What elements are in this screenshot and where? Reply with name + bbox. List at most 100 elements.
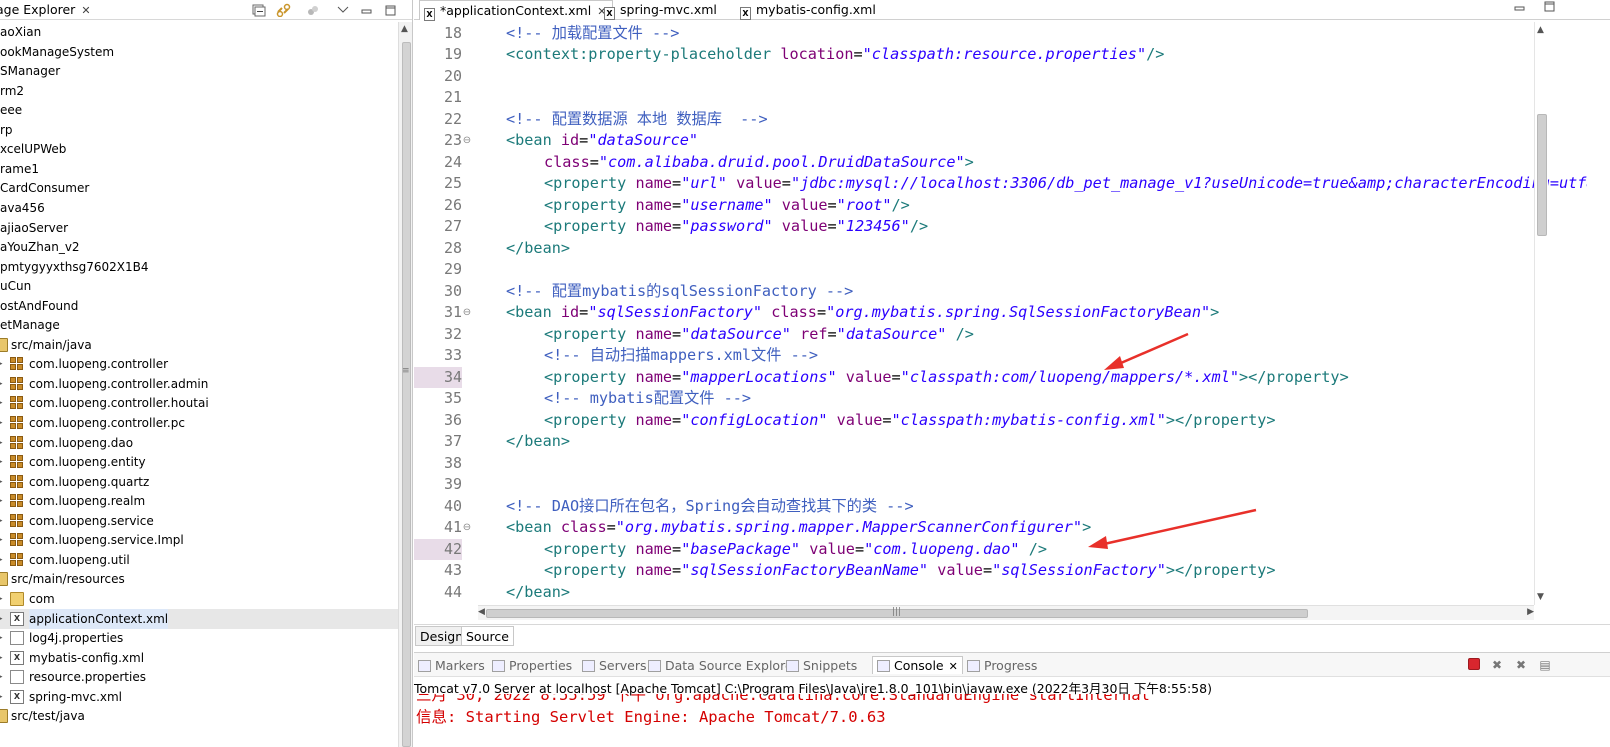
code-line[interactable]: <!-- 自动扫描mappers.xml文件 --> bbox=[544, 345, 818, 367]
code-line[interactable]: <property name="configLocation" value="c… bbox=[544, 410, 1276, 432]
tree-expand-icon[interactable]: ▸ bbox=[0, 687, 6, 707]
code-line[interactable]: <!-- 加载配置文件 --> bbox=[506, 23, 679, 45]
code-line[interactable]: </bean> bbox=[506, 582, 570, 604]
code-line[interactable]: <property name="basePackage" value="com.… bbox=[544, 539, 1047, 561]
code-line[interactable]: <property name="mapperLocations" value="… bbox=[544, 367, 1349, 389]
tree-expand-icon[interactable]: ▸ bbox=[0, 413, 6, 433]
tree-item[interactable]: rame1 bbox=[0, 159, 398, 179]
scroll-down-icon[interactable]: ▼ bbox=[1537, 592, 1544, 602]
close-icon[interactable]: ✕ bbox=[81, 4, 90, 17]
close-icon[interactable]: ✕ bbox=[949, 660, 958, 673]
tree-item[interactable]: uCun bbox=[0, 276, 398, 296]
code-line[interactable]: <property name="password" value="123456"… bbox=[544, 216, 928, 238]
tree-item[interactable]: ▸ com.luopeng.entity bbox=[0, 452, 398, 472]
tree-item[interactable]: ▸ com.luopeng.service bbox=[0, 511, 398, 531]
editor-scroll-thumb[interactable] bbox=[1537, 114, 1547, 236]
tree-item[interactable]: ookManageSystem bbox=[0, 42, 398, 62]
tree-item[interactable]: ▸ Xspring-mvc.xml bbox=[0, 687, 398, 707]
tree-expand-icon[interactable]: ▸ bbox=[0, 667, 6, 687]
tree-item[interactable]: ▸ com.luopeng.util bbox=[0, 550, 398, 570]
code-line[interactable]: <context:property-placeholder location="… bbox=[506, 44, 1164, 66]
scroll-up-icon[interactable]: ▲ bbox=[1537, 25, 1544, 35]
tree-item[interactable]: ▸ com.luopeng.controller.pc bbox=[0, 413, 398, 433]
console-view-tab[interactable]: Servers bbox=[582, 657, 647, 675]
console-view-tab[interactable]: Data Source Explorer bbox=[648, 657, 798, 675]
tree-item[interactable]: ▸ Xmybatis-config.xml bbox=[0, 648, 398, 668]
tree-item[interactable]: ▸ com.luopeng.quartz bbox=[0, 472, 398, 492]
code-line[interactable]: <bean class="org.mybatis.spring.mapper.M… bbox=[506, 517, 1091, 539]
tree-item[interactable]: eee bbox=[0, 100, 398, 120]
focus-icon[interactable] bbox=[305, 3, 321, 18]
tree-item[interactable]: aYouZhan_v2 bbox=[0, 237, 398, 257]
tree-item[interactable]: rm2 bbox=[0, 81, 398, 101]
package-explorer-tab[interactable]: age Explorer ✕ bbox=[0, 0, 91, 20]
tree-expand-icon[interactable]: ▸ bbox=[0, 374, 6, 394]
tree-expand-icon[interactable]: ▸ bbox=[0, 628, 6, 648]
tree-item[interactable]: ava456 bbox=[0, 198, 398, 218]
tree-item[interactable]: ▸ XapplicationContext.xml bbox=[0, 608, 398, 629]
tree-item[interactable]: ▸ com bbox=[0, 589, 398, 609]
code-line[interactable]: <!-- 配置mybatis的sqlSessionFactory --> bbox=[506, 281, 853, 303]
code-line[interactable]: </bean> bbox=[506, 431, 570, 453]
tree-item[interactable]: ▸ com.luopeng.controller.houtai bbox=[0, 393, 398, 413]
remove-all-terminated-icon[interactable]: ✖ bbox=[1514, 658, 1528, 672]
tab-source[interactable]: Source bbox=[461, 626, 514, 646]
code-line[interactable]: <bean id="sqlSessionFactory" class="org.… bbox=[506, 302, 1219, 324]
code-line[interactable]: <bean id="dataSource" bbox=[506, 130, 698, 152]
console-output[interactable]: 三月 30, 2022 8:55:59 下午 org.apache.catali… bbox=[414, 694, 1610, 747]
code-line[interactable]: <!-- mybatis配置文件 --> bbox=[544, 388, 751, 410]
console-view-tab[interactable]: Console ✕ bbox=[872, 656, 963, 674]
code-line[interactable]: </bean> bbox=[506, 238, 570, 260]
collapse-all-icon[interactable] bbox=[251, 3, 267, 18]
tree-expand-icon[interactable]: ▸ bbox=[0, 589, 6, 609]
fold-toggle-icon[interactable]: ⊖ bbox=[462, 302, 472, 324]
scroll-left-icon[interactable]: ◀ bbox=[478, 607, 485, 617]
editor-tab[interactable]: Xmybatis-config.xml bbox=[736, 0, 882, 20]
tree-expand-icon[interactable]: ▸ bbox=[0, 530, 6, 550]
editor-tab[interactable]: X *applicationContext.xml ✕ bbox=[419, 0, 614, 21]
code-line[interactable]: <property name="username" value="root"/> bbox=[544, 195, 910, 217]
console-view-tab[interactable]: Properties bbox=[492, 657, 572, 675]
tree-expand-icon[interactable]: ▸ bbox=[0, 491, 6, 511]
maximize-icon[interactable] bbox=[383, 3, 399, 18]
explorer-vertical-scrollbar[interactable]: ▲ ≡ bbox=[398, 22, 412, 747]
tree-expand-icon[interactable]: ▸ bbox=[0, 511, 6, 531]
tree-expand-icon[interactable]: ▸ bbox=[0, 550, 6, 570]
tree-item[interactable]: aoXian bbox=[0, 22, 398, 42]
editor-horizontal-scrollbar[interactable]: ◀ ||| ▶ bbox=[478, 605, 1534, 620]
code-line[interactable]: <!-- 配置数据源 本地 数据库 --> bbox=[506, 109, 768, 131]
explorer-scroll-thumb[interactable] bbox=[402, 42, 411, 747]
editor-tab[interactable]: Xspring-mvc.xml bbox=[600, 0, 723, 20]
tree-item[interactable]: CardConsumer bbox=[0, 178, 398, 198]
tree-item[interactable]: pmtygyyxthsg7602X1B4 bbox=[0, 257, 398, 277]
tree-item[interactable]: ▸ resource.properties bbox=[0, 667, 398, 687]
tree-item[interactable]: ▸ log4j.properties bbox=[0, 628, 398, 648]
tree-item[interactable]: xcelUPWeb bbox=[0, 139, 398, 159]
code-line[interactable]: <!-- DAO接口所在包名，Spring会自动查找其下的类 --> bbox=[506, 496, 914, 518]
tree-item[interactable]: ▸ com.luopeng.dao bbox=[0, 433, 398, 453]
tree-expand-icon[interactable]: ▸ bbox=[0, 472, 6, 492]
tree-item[interactable]: ▸src/main/resources bbox=[0, 569, 398, 589]
tree-item[interactable]: ▸src/main/java bbox=[0, 335, 398, 355]
tree-expand-icon[interactable]: ▸ bbox=[0, 452, 6, 472]
code-line[interactable]: <property name="dataSource" ref="dataSou… bbox=[544, 324, 974, 346]
view-menu-chevron-icon[interactable] bbox=[335, 3, 351, 18]
tree-expand-icon[interactable]: ▸ bbox=[0, 648, 6, 668]
code-line[interactable]: class="com.alibaba.druid.pool.DruidDataS… bbox=[544, 152, 974, 174]
tree-expand-icon[interactable]: ▸ bbox=[0, 393, 6, 413]
scroll-up-icon[interactable]: ▲ bbox=[401, 24, 408, 34]
tree-item[interactable]: SManager bbox=[0, 61, 398, 81]
console-view-tab[interactable]: Markers bbox=[418, 657, 485, 675]
tree-item[interactable]: ajiaoServer bbox=[0, 218, 398, 238]
code-line[interactable]: <property name="sqlSessionFactoryBeanNam… bbox=[544, 560, 1276, 582]
tree-expand-icon[interactable]: ▸ bbox=[0, 354, 6, 374]
editor-vertical-scrollbar[interactable]: ▲ ▼ bbox=[1534, 22, 1548, 605]
minimize-icon[interactable] bbox=[1514, 1, 1526, 15]
code-area[interactable]: <!-- 加载配置文件 --> <context:property-placeho… bbox=[478, 22, 1587, 605]
tree-item[interactable]: ostAndFound bbox=[0, 296, 398, 316]
tree-item[interactable]: ▸ com.luopeng.controller bbox=[0, 354, 398, 374]
fold-toggle-icon[interactable]: ⊖ bbox=[462, 130, 472, 152]
tree-item[interactable]: etManage bbox=[0, 315, 398, 335]
terminate-icon[interactable] bbox=[1468, 658, 1480, 670]
tree-item[interactable]: rp bbox=[0, 120, 398, 140]
